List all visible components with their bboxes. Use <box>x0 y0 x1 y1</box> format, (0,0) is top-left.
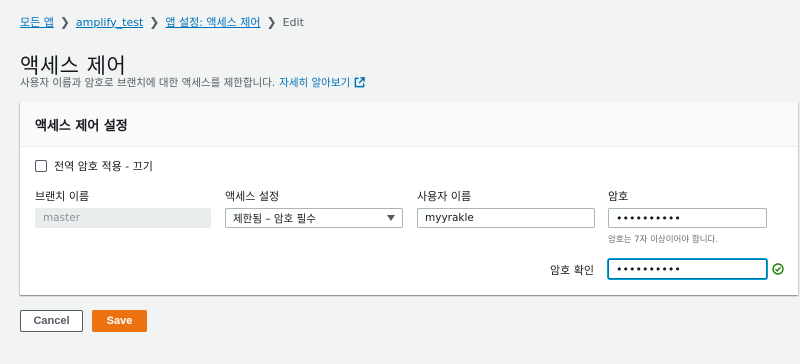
page-description: 사용자 이름과 암호로 브랜치에 대한 액세스를 제한합니다. 자세히 알아보기 <box>20 75 365 90</box>
chevron-right-icon: ❯ <box>59 15 70 29</box>
username-input[interactable]: myyrakle <box>417 208 595 228</box>
breadcrumb-current: Edit <box>282 15 304 29</box>
branch-name-value: master <box>43 212 81 224</box>
cancel-button[interactable]: Cancel <box>20 310 83 332</box>
global-password-label: 전역 암호 적용 - 끄기 <box>54 160 153 173</box>
access-setting-select[interactable]: 제한됨 – 암호 필수 <box>225 208 403 228</box>
column-label-password: 암호 <box>608 190 629 203</box>
breadcrumb-link-app[interactable]: amplify_test <box>76 16 143 29</box>
chevron-right-icon: ❯ <box>266 15 277 29</box>
breadcrumb-link-all-apps[interactable]: 모든 앱 <box>20 14 54 30</box>
password-input[interactable]: •••••••••• <box>608 208 767 228</box>
external-link-icon[interactable] <box>354 77 365 88</box>
learn-more-link[interactable]: 자세히 알아보기 <box>279 75 350 90</box>
panel-header: 액세스 제어 설정 <box>20 102 798 147</box>
branch-name-field: master <box>35 208 211 228</box>
password-hint: 암호는 7자 이상이어야 합니다. <box>608 235 719 245</box>
check-circle-icon <box>772 263 784 275</box>
breadcrumb: 모든 앱 ❯ amplify_test ❯ 앱 설정: 액세스 제어 ❯ Edi… <box>20 14 304 30</box>
confirm-password-label: 암호 확인 <box>550 264 594 277</box>
global-password-toggle[interactable]: 전역 암호 적용 - 끄기 <box>35 158 153 174</box>
password-value: •••••••••• <box>616 211 681 225</box>
column-label-username: 사용자 이름 <box>417 190 472 203</box>
access-setting-value: 제한됨 – 암호 필수 <box>233 212 316 225</box>
chevron-right-icon: ❯ <box>149 15 160 29</box>
panel-title: 액세스 제어 설정 <box>35 118 128 134</box>
access-control-settings-panel: 액세스 제어 설정 전역 암호 적용 - 끄기 브랜치 이름 액세스 설정 사용… <box>20 102 798 295</box>
caret-down-icon <box>387 215 395 221</box>
column-label-access: 액세스 설정 <box>225 190 280 203</box>
column-label-branch: 브랜치 이름 <box>35 190 90 203</box>
confirm-password-input[interactable]: •••••••••• <box>608 259 767 279</box>
confirm-password-value: •••••••••• <box>616 262 681 276</box>
global-password-checkbox[interactable] <box>35 160 47 172</box>
username-value: myyrakle <box>425 212 474 224</box>
save-button[interactable]: Save <box>92 310 147 332</box>
page-description-text: 사용자 이름과 암호로 브랜치에 대한 액세스를 제한합니다. <box>20 77 276 89</box>
breadcrumb-link-access-control[interactable]: 앱 설정: 액세스 제어 <box>165 14 260 30</box>
